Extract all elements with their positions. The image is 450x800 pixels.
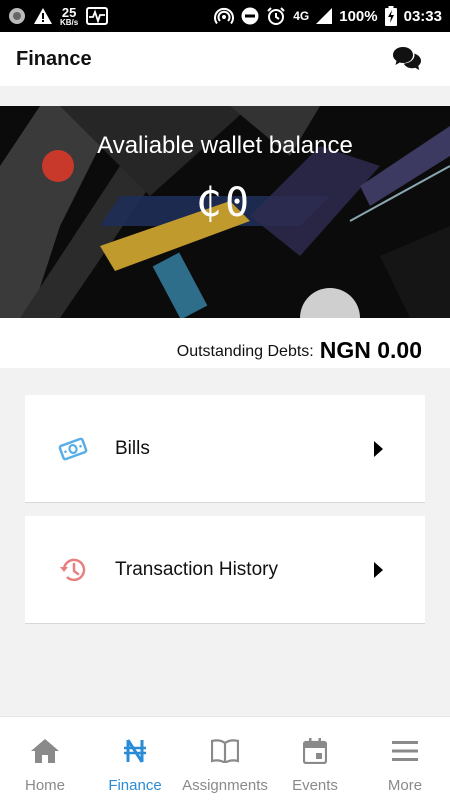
chat-button[interactable]: [392, 44, 422, 74]
hotspot-icon: [214, 6, 235, 26]
nav-events[interactable]: Events: [270, 717, 360, 800]
calendar-icon: [303, 737, 327, 765]
chat-bubbles-icon: [393, 47, 421, 70]
nav-finance[interactable]: Finance: [90, 717, 180, 800]
chevron-right-icon: [373, 561, 385, 578]
status-bar: 25 KB/s 4G 100% 03:33: [0, 0, 450, 32]
money-bill-icon: [53, 429, 93, 469]
net-speed-value: 25: [61, 4, 77, 20]
network-type: 4G: [293, 9, 310, 23]
clock-time: 03:33: [403, 7, 442, 25]
transaction-history-menu-item[interactable]: Transaction History: [25, 516, 425, 624]
warning-icon: [34, 8, 52, 24]
history-icon: [53, 550, 93, 590]
bottom-navigation: Home Finance Assignments Events More: [0, 716, 450, 800]
nav-home[interactable]: Home: [0, 717, 90, 800]
nav-more[interactable]: More: [360, 717, 450, 800]
signal-icon: [316, 8, 333, 24]
app-bar: Finance: [0, 32, 450, 86]
nav-events-label: Events: [292, 777, 338, 794]
nav-more-label: More: [387, 777, 423, 794]
wallet-balance-amount: ₵0: [196, 180, 254, 226]
activity-icon: [86, 7, 109, 25]
wallet-balance-title: Avaliable wallet balance: [97, 132, 353, 159]
transaction-history-label: Transaction History: [115, 558, 278, 580]
naira-icon: [123, 737, 147, 765]
outstanding-debts: Outstanding Debts: NGN 0.00: [0, 318, 450, 368]
net-speed-unit: KB/s: [60, 17, 79, 27]
menu-icon: [392, 737, 418, 765]
battery-charging-icon: [384, 6, 397, 26]
battery-percent: 100%: [339, 7, 378, 25]
book-icon: [211, 737, 239, 765]
chevron-right-icon: [373, 440, 385, 457]
nav-assignments[interactable]: Assignments: [180, 717, 270, 800]
alarm-icon: [266, 6, 286, 26]
nav-finance-label: Finance: [108, 777, 162, 794]
outstanding-debts-value: NGN 0.00: [319, 337, 422, 363]
network-speed: 25 KB/s: [60, 6, 78, 27]
nav-home-label: Home: [24, 777, 65, 794]
do-not-disturb-icon: [241, 7, 259, 25]
bills-label: Bills: [115, 437, 150, 459]
nav-assignments-label: Assignments: [182, 777, 268, 794]
outstanding-debts-label: Outstanding Debts:: [176, 343, 314, 360]
circle-app-icon: [8, 7, 26, 25]
home-icon: [31, 737, 59, 765]
bills-menu-item[interactable]: Bills: [25, 395, 425, 503]
wallet-balance-banner: Avaliable wallet balance ₵0: [0, 106, 450, 318]
page-title: Finance: [16, 47, 92, 70]
